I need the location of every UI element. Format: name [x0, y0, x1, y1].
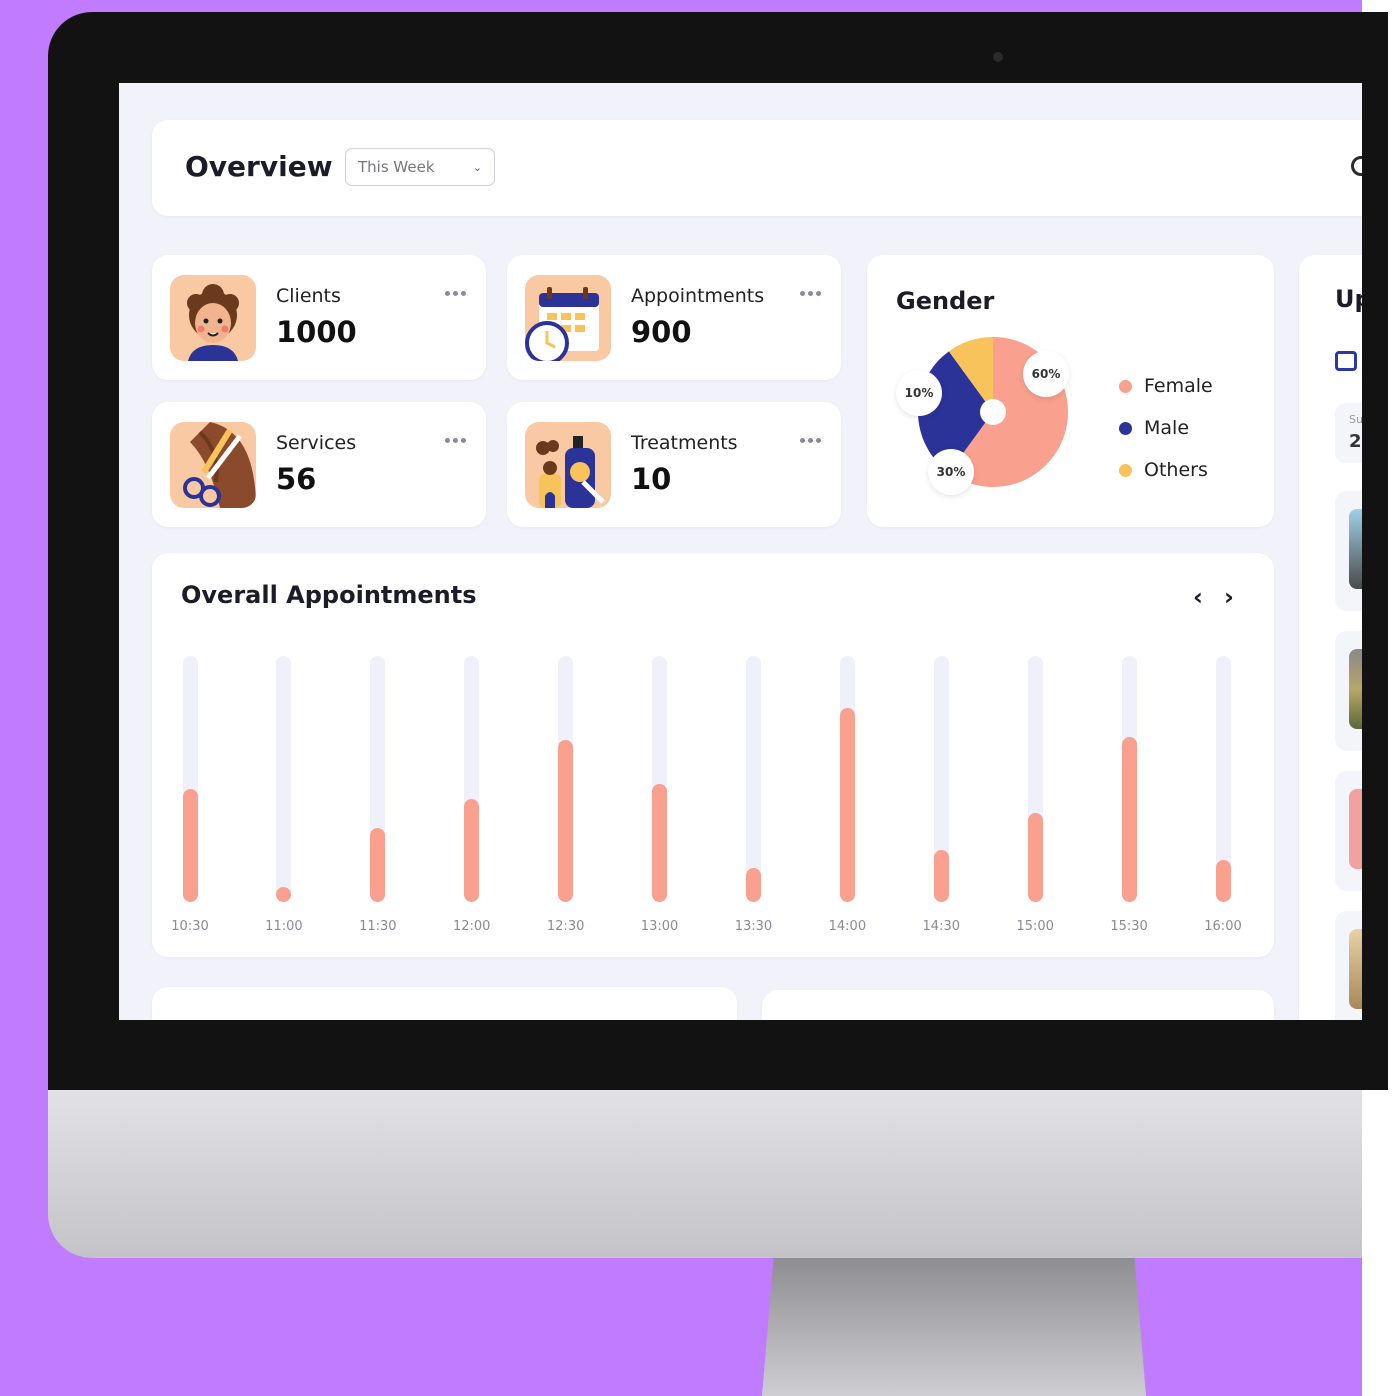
camera-icon	[993, 52, 1003, 62]
x-tick-label: 13:00	[640, 919, 679, 934]
bar-11:00[interactable]	[276, 887, 292, 902]
stat-card-services[interactable]: Services 56	[152, 402, 486, 527]
bar-16:00[interactable]	[1215, 860, 1231, 902]
upcoming-panel: Up Su 2	[1299, 255, 1362, 1020]
bottom-card-left	[152, 987, 737, 1020]
date-number: 2	[1349, 431, 1362, 452]
cosmetics-bottles-icon	[525, 422, 611, 508]
date-chip[interactable]: Su 2	[1335, 403, 1362, 463]
stat-value: 1000	[276, 315, 357, 349]
bar-12:30[interactable]	[558, 739, 574, 902]
legend-item-female: Female	[1119, 365, 1213, 407]
legend-label: Female	[1144, 375, 1213, 397]
page-title: Overview	[185, 150, 333, 183]
chart-title: Overall Appointments	[181, 581, 477, 609]
client-avatar-icon	[170, 275, 256, 361]
stat-label: Clients	[276, 285, 341, 307]
chevron-right-icon[interactable]: ›	[1224, 583, 1234, 611]
x-tick-label: 12:30	[546, 919, 585, 934]
appointment-thumbnail[interactable]	[1335, 631, 1362, 751]
date-day: Su	[1349, 413, 1362, 426]
legend-label: Others	[1144, 459, 1208, 481]
gender-title: Gender	[896, 287, 995, 315]
x-tick-label: 15:30	[1110, 919, 1148, 934]
stat-card-treatments[interactable]: Treatments 10	[507, 402, 841, 527]
more-options-icon[interactable]	[800, 438, 821, 443]
x-tick-label: 11:30	[359, 919, 397, 934]
bar-15:00[interactable]	[1027, 813, 1043, 902]
stat-label: Treatments	[631, 432, 738, 454]
bar-track	[745, 656, 761, 902]
stat-label: Services	[276, 432, 357, 454]
chevron-left-icon[interactable]: ‹	[1193, 583, 1203, 611]
calendar-icon[interactable]	[1335, 351, 1357, 371]
legend-dot	[1119, 463, 1132, 477]
stat-value: 900	[631, 315, 692, 349]
period-select-value: This Week	[358, 158, 435, 176]
appointment-thumbnail[interactable]	[1335, 491, 1362, 611]
gender-legend: Female Male Others	[1119, 365, 1213, 491]
bar-track	[370, 656, 386, 902]
scissors-hair-icon	[170, 422, 256, 508]
bottom-card-right	[762, 990, 1274, 1020]
more-options-icon[interactable]	[445, 438, 466, 443]
appointment-thumbnail[interactable]	[1335, 911, 1362, 1020]
x-tick-label: 14:30	[922, 919, 960, 934]
bar-15:30[interactable]	[1121, 737, 1137, 902]
bar-14:30[interactable]	[933, 850, 949, 902]
more-options-icon[interactable]	[445, 291, 466, 296]
bar-track	[464, 656, 480, 902]
dashboard-screen: Overview This Week ⌄ Clients 1000 Appoin…	[119, 83, 1362, 1020]
x-tick-label: 14:00	[828, 919, 867, 934]
bar-track	[933, 656, 949, 902]
stat-value: 56	[276, 462, 317, 496]
calendar-clock-icon	[525, 275, 611, 361]
bar-12:00[interactable]	[464, 798, 480, 902]
stat-card-clients[interactable]: Clients 1000	[152, 255, 486, 380]
x-tick-label: 12:00	[452, 919, 491, 934]
overview-bar: Overview This Week ⌄	[152, 120, 1362, 216]
stat-label: Appointments	[631, 285, 765, 307]
bar-track	[182, 656, 198, 902]
bar-track	[1215, 656, 1231, 902]
upcoming-title: Up	[1335, 285, 1362, 313]
legend-label: Male	[1144, 417, 1190, 439]
monitor-stand	[762, 1258, 1146, 1396]
period-select[interactable]: This Week ⌄	[345, 148, 495, 186]
x-tick-label: 13:30	[734, 919, 773, 934]
bar-13:00[interactable]	[652, 783, 668, 902]
pie-label-male: 30%	[928, 449, 974, 495]
x-tick-label: 15:00	[1016, 919, 1054, 934]
stat-value: 10	[631, 462, 672, 496]
bar-10:30[interactable]	[182, 788, 198, 902]
bar-13:30[interactable]	[745, 867, 761, 902]
gender-card: Gender 60% 10% 30% Female Male Others	[867, 255, 1274, 527]
chevron-down-icon: ⌄	[472, 160, 482, 174]
bar-track	[276, 656, 292, 902]
overall-appointments-card: Overall Appointments ‹ › 10:30 11:00 11:30…	[152, 553, 1274, 957]
legend-item-male: Male	[1119, 407, 1213, 449]
pie-label-others: 10%	[896, 370, 942, 416]
x-tick-label: 11:00	[265, 919, 303, 934]
bar-track	[558, 656, 574, 902]
stat-card-appointments[interactable]: Appointments 900	[507, 255, 841, 380]
x-tick-label: 10:30	[171, 919, 209, 934]
bar-track	[1121, 656, 1137, 902]
pie-center	[980, 399, 1006, 425]
pie-label-female: 60%	[1023, 351, 1069, 397]
bar-track	[839, 656, 855, 902]
monitor-chin	[48, 1090, 1362, 1258]
bar-track	[1027, 656, 1043, 902]
legend-item-others: Others	[1119, 449, 1213, 491]
x-tick-label: 16:00	[1204, 919, 1242, 934]
bar-14:00[interactable]	[839, 707, 855, 902]
legend-dot	[1119, 379, 1132, 393]
more-options-icon[interactable]	[800, 291, 821, 296]
bar-track	[652, 656, 668, 902]
bar-11:30[interactable]	[370, 828, 386, 902]
search-icon[interactable]	[1351, 156, 1362, 176]
appointment-thumbnail[interactable]	[1335, 771, 1362, 891]
legend-dot	[1119, 421, 1132, 435]
